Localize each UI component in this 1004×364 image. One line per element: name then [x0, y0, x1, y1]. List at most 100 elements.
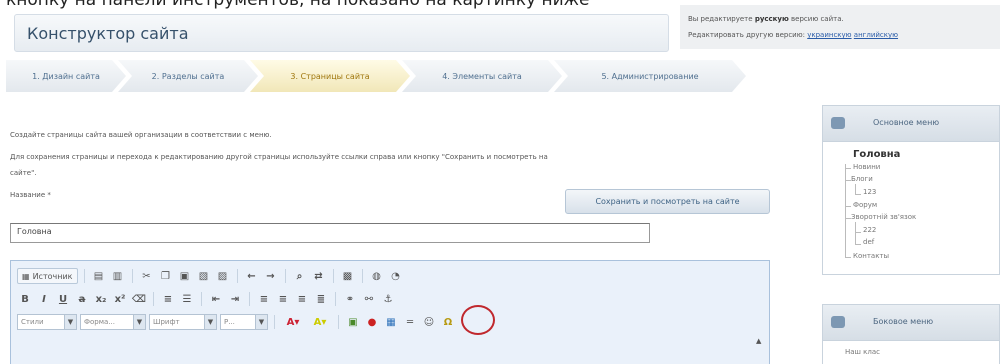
paste-icon[interactable]: ▣ [177, 268, 193, 284]
version-text: Вы редактируете [688, 15, 753, 23]
select-all-icon[interactable]: ▩ [340, 268, 356, 284]
menu-icon [831, 117, 845, 129]
format-combo[interactable]: Форма... ▼ [80, 314, 146, 330]
step-label: 5. Администрирование [601, 71, 699, 81]
font-combo[interactable]: Шрифт ▼ [149, 314, 217, 330]
menu-item-forum[interactable]: Форум [853, 201, 877, 209]
chevron-down-icon: ▼ [64, 315, 76, 329]
menu-item-blogs-123[interactable]: 123 [863, 188, 876, 196]
subscript-icon[interactable]: x₂ [93, 291, 109, 307]
copy-icon[interactable]: ❐ [158, 268, 174, 284]
side-menu-panel: Боковое меню Наш клас [822, 304, 1000, 364]
name-label: Название * [10, 191, 51, 199]
font-combo-label: Шрифт [153, 318, 180, 326]
size-combo[interactable]: Р... ▼ [220, 314, 268, 330]
table-icon[interactable]: ▦ [383, 314, 399, 330]
undo-icon[interactable]: ← [244, 268, 260, 284]
bulleted-list-icon[interactable]: ☰ [179, 291, 195, 307]
source-icon: ▦ [22, 271, 30, 281]
horizontal-rule-icon[interactable]: ═ [402, 314, 418, 330]
main-menu-header: Основное меню [823, 106, 999, 142]
help-text-cont: сайте". [10, 169, 37, 177]
step-elements[interactable]: 4. Элементы сайта [402, 60, 562, 92]
toolbar-row-1: ▦ Источник ▤ ▥ ✂ ❐ ▣ ▧ ▨ ← → ⌕ ⇄ ▩ ◍ ◔ [17, 266, 404, 286]
side-menu-title: Боковое меню [873, 317, 934, 326]
other-version-text: Редактировать другую версию: [688, 31, 805, 39]
replace-icon[interactable]: ⇄ [311, 268, 327, 284]
step-label: 2. Разделы сайта [151, 71, 225, 81]
smiley-icon[interactable]: ☺ [421, 314, 437, 330]
flash-icon[interactable]: ● [364, 314, 380, 330]
anchor-icon[interactable]: ⚓ [380, 291, 396, 307]
align-justify-icon[interactable]: ≣ [313, 291, 329, 307]
styles-combo-label: Стили [21, 318, 44, 326]
link-ukrainian[interactable]: украинскую [807, 31, 851, 39]
special-char-icon[interactable]: Ω [440, 314, 456, 330]
link-english[interactable]: английскую [854, 31, 898, 39]
align-center-icon[interactable]: ≡ [275, 291, 291, 307]
menu-item-news[interactable]: Новини [853, 163, 880, 171]
main-menu-panel: Основное меню Головна Новини Блоги 123 Ф… [822, 105, 1000, 275]
menu-item-feedback-def[interactable]: def [863, 238, 874, 246]
scroll-up-icon[interactable]: ▲ [756, 337, 766, 357]
image-icon[interactable]: ▣ [345, 314, 361, 330]
underline-icon[interactable]: U [55, 291, 71, 307]
link-icon[interactable]: ⚭ [342, 291, 358, 307]
menu-item-feedback-222[interactable]: 222 [863, 226, 876, 234]
align-right-icon[interactable]: ≡ [294, 291, 310, 307]
styles-combo[interactable]: Стили ▼ [17, 314, 77, 330]
builder-title-bar: Конструктор сайта [14, 14, 669, 52]
menu-item-blogs[interactable]: Блоги [851, 175, 873, 183]
menu-icon [831, 316, 845, 328]
source-button[interactable]: ▦ Источник [17, 268, 78, 284]
step-sections[interactable]: 2. Разделы сайта [118, 60, 258, 92]
format-combo-label: Форма... [84, 318, 115, 326]
scayt-icon[interactable]: ◔ [388, 268, 404, 284]
align-left-icon[interactable]: ≡ [256, 291, 272, 307]
italic-icon[interactable]: I [36, 291, 52, 307]
new-page-icon[interactable]: ▤ [91, 268, 107, 284]
bg-color-icon[interactable]: A▾ [308, 314, 332, 330]
side-menu-item-first[interactable]: Наш клас [845, 348, 880, 356]
main-menu-title: Основное меню [873, 118, 940, 127]
superscript-icon[interactable]: x² [112, 291, 128, 307]
page-name-input[interactable]: Головна [10, 223, 650, 243]
chevron-down-icon: ▼ [204, 315, 216, 329]
outdent-icon[interactable]: ⇤ [208, 291, 224, 307]
version-info: Вы редактируете русскую версию сайта. Ре… [680, 5, 1000, 49]
toolbar-row-2: B I U a x₂ x² ⌫ ≡ ☰ ⇤ ⇥ ≡ ≡ ≡ ≣ ⚭ ⚯ ⚓ [17, 289, 396, 309]
indent-icon[interactable]: ⇥ [227, 291, 243, 307]
chevron-down-icon: ▼ [255, 315, 267, 329]
size-combo-label: Р... [224, 318, 235, 326]
source-label: Источник [32, 271, 73, 281]
chevron-down-icon: ▼ [133, 315, 145, 329]
step-design[interactable]: 1. Дизайн сайта [6, 60, 126, 92]
unlink-icon[interactable]: ⚯ [361, 291, 377, 307]
redo-icon[interactable]: → [263, 268, 279, 284]
menu-item-contacts[interactable]: Контакты [853, 252, 889, 260]
top-caption: кнопку на панели инструментов, на показа… [6, 0, 590, 10]
step-pages[interactable]: 3. Страницы сайта [250, 60, 410, 92]
step-admin[interactable]: 5. Администрирование [554, 60, 746, 92]
numbered-list-icon[interactable]: ≡ [160, 291, 176, 307]
menu-item-root[interactable]: Головна [853, 149, 900, 160]
find-icon[interactable]: ⌕ [292, 268, 308, 284]
bold-icon[interactable]: B [17, 291, 33, 307]
help-text: Для сохранения страницы и перехода к ред… [10, 153, 548, 161]
spellcheck-icon[interactable]: ◍ [369, 268, 385, 284]
side-menu-tree: Наш клас [823, 341, 999, 356]
version-text-suffix: версию сайта. [791, 15, 844, 23]
menu-item-feedback[interactable]: Зворотній зв'язок [851, 213, 916, 221]
step-label: 1. Дизайн сайта [32, 71, 100, 81]
text-color-icon[interactable]: A▾ [281, 314, 305, 330]
paste-word-icon[interactable]: ▨ [215, 268, 231, 284]
strike-icon[interactable]: a [74, 291, 90, 307]
builder-title: Конструктор сайта [27, 24, 189, 43]
save-and-view-button[interactable]: Сохранить и посмотреть на сайте [565, 189, 770, 214]
wizard-steps: 1. Дизайн сайта 2. Разделы сайта 3. Стра… [6, 60, 746, 92]
step-label: 3. Страницы сайта [290, 71, 370, 81]
paste-text-icon[interactable]: ▧ [196, 268, 212, 284]
cut-icon[interactable]: ✂ [139, 268, 155, 284]
remove-format-icon[interactable]: ⌫ [131, 291, 147, 307]
templates-icon[interactable]: ▥ [110, 268, 126, 284]
